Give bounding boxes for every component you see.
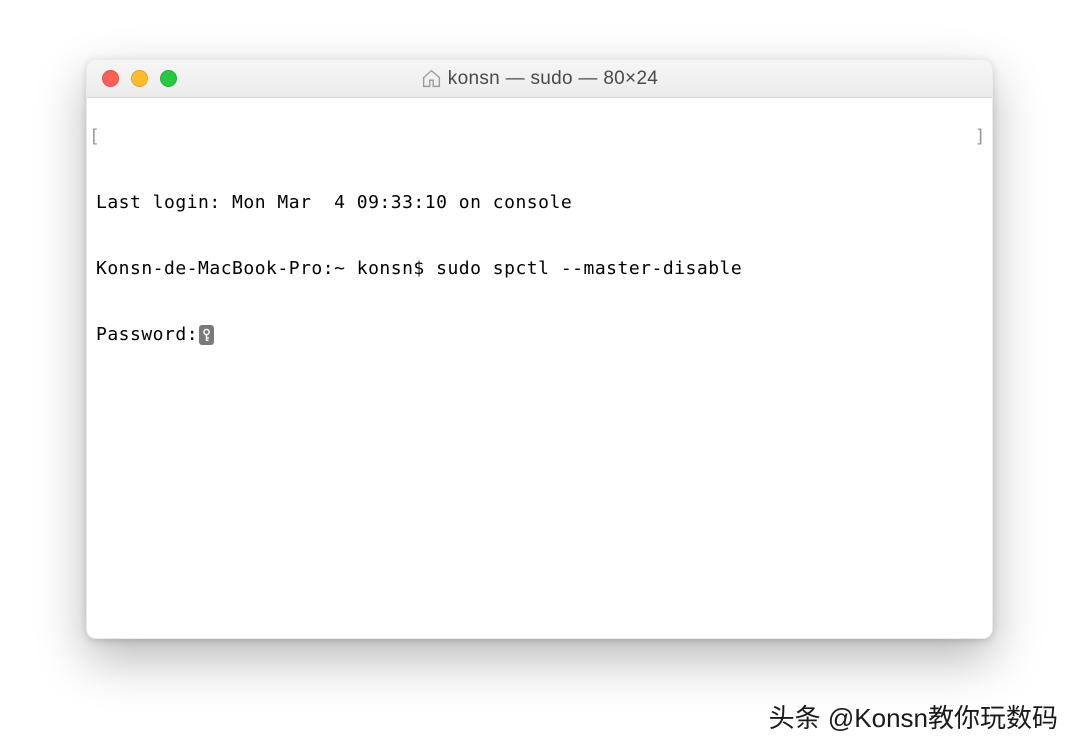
terminal-body[interactable]: [ ] Last login: Mon Mar 4 09:33:10 on co… [87,98,992,638]
maximize-button[interactable] [160,70,177,87]
bracket-right: ] [975,126,986,148]
window-title-text: konsn — sudo — 80×24 [448,68,658,90]
last-login-line: Last login: Mon Mar 4 09:33:10 on consol… [96,192,983,214]
window-titlebar[interactable]: konsn — sudo — 80×24 [87,60,992,98]
terminal-window: konsn — sudo — 80×24 [ ] Last login: Mon… [86,59,993,639]
close-button[interactable] [102,70,119,87]
password-label: Password: [96,324,198,346]
traffic-lights [87,70,177,87]
home-icon [421,68,442,89]
watermark-text: 头条 @Konsn教你玩数码 [769,698,1058,735]
key-icon [199,325,214,345]
password-line: Password: [96,324,983,346]
window-title: konsn — sudo — 80×24 [87,68,992,90]
bracket-left: [ [89,126,100,148]
minimize-button[interactable] [131,70,148,87]
prompt-line: Konsn-de-MacBook-Pro:~ konsn$ sudo spctl… [96,258,983,280]
